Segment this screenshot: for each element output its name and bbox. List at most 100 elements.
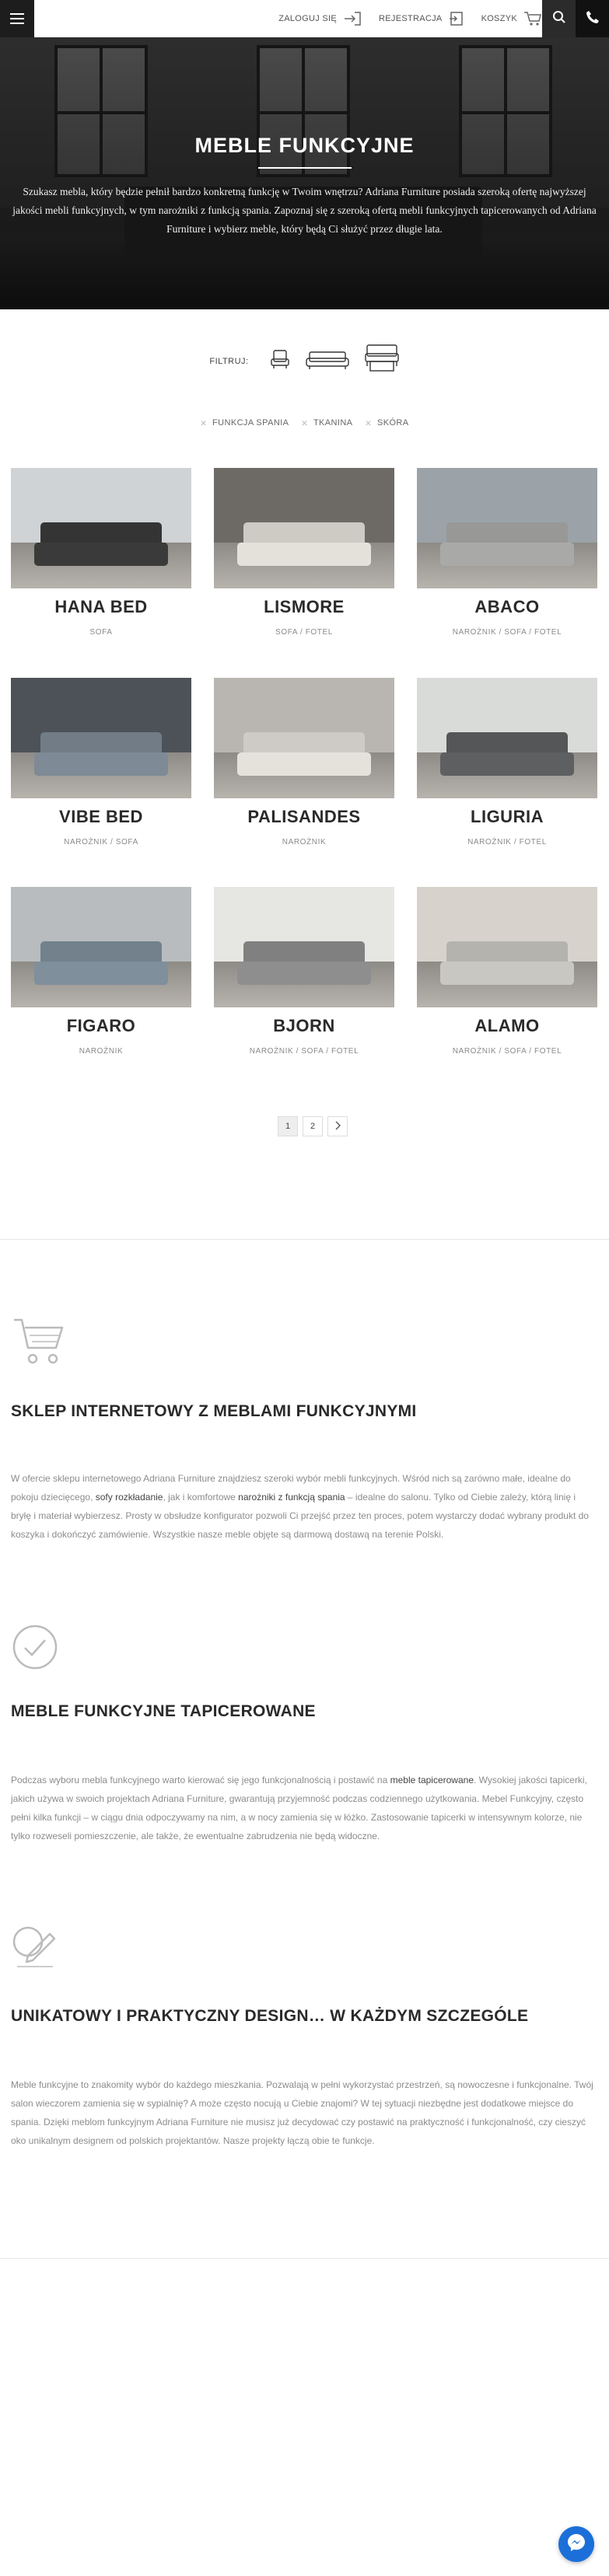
product-name[interactable]: BJORN: [214, 1016, 394, 1036]
hamburger-icon: [10, 23, 24, 24]
product-type: NAROŻNIK / SOFA / FOTEL: [452, 1047, 562, 1056]
cart-icon: [11, 1315, 67, 1374]
product-card[interactable]: PALISANDES NAROŻNIK: [214, 678, 394, 872]
filter-tag-label: TKANINA: [313, 418, 353, 428]
product-type: SOFA: [89, 628, 113, 637]
cart-label: KOSZYK: [481, 14, 517, 23]
cart-icon: [523, 11, 542, 26]
product-type: NAROŻNIK / FOTEL: [467, 838, 547, 846]
phone-button[interactable]: [576, 0, 609, 37]
remove-tag-icon[interactable]: ×: [200, 417, 207, 428]
checkmark-circle-icon: [11, 1623, 59, 1675]
product-name[interactable]: PALISANDES: [214, 807, 394, 827]
section-title: SKLEP INTERNETOWY Z MEBLAMI FUNKCYJNYMI: [11, 1402, 417, 1420]
remove-tag-icon[interactable]: ×: [365, 417, 372, 428]
page-button-1[interactable]: 1: [278, 1116, 298, 1136]
sofa-icon: [305, 348, 350, 375]
product-photo[interactable]: [214, 678, 394, 798]
sofa-seat: [34, 543, 168, 566]
chevron-right-icon: [334, 1121, 341, 1133]
product-type: NAROŻNIK / SOFA / FOTEL: [452, 628, 562, 637]
product-card[interactable]: LISMORE SOFA / FOTEL: [214, 468, 394, 662]
product-card[interactable]: VIBE BED NAROŻNIK / SOFA: [11, 678, 191, 872]
product-type: NAROŻNIK / SOFA / FOTEL: [249, 1047, 359, 1056]
sofa-seat: [237, 752, 371, 776]
section-divider: [0, 2258, 609, 2259]
product-photo[interactable]: [11, 887, 191, 1007]
register-link[interactable]: REJESTRACJA: [379, 11, 464, 26]
product-card[interactable]: ABACO NAROŻNIK / SOFA / FOTEL: [417, 468, 597, 662]
next-page-button[interactable]: [327, 1116, 348, 1136]
product-name[interactable]: FIGARO: [11, 1016, 191, 1036]
active-filter-tags: × FUNKCJA SPANIA × TKANINA × SKÓRA: [0, 414, 609, 432]
register-label: REJESTRACJA: [379, 14, 443, 23]
filter-tag[interactable]: × SKÓRA: [365, 417, 408, 428]
remove-tag-icon[interactable]: ×: [301, 417, 308, 428]
section-divider: [0, 1239, 609, 1240]
section-title: UNIKATOWY I PRAKTYCZNY DESIGN… W KAŻDYM …: [11, 2007, 529, 2025]
product-card[interactable]: LIGURIA NAROŻNIK / FOTEL: [417, 678, 597, 872]
product-card[interactable]: BJORN NAROŻNIK / SOFA / FOTEL: [214, 887, 394, 1081]
corner-sofa-link[interactable]: narożniki z funkcją spania: [238, 1492, 345, 1503]
product-name[interactable]: VIBE BED: [11, 807, 191, 827]
product-photo[interactable]: [214, 468, 394, 588]
sofa-seat: [237, 962, 371, 985]
product-name[interactable]: LISMORE: [214, 597, 394, 617]
search-icon: [552, 10, 566, 28]
hamburger-icon: [10, 18, 24, 19]
hamburger-icon: [10, 13, 24, 15]
account-nav: ZALOGUJ SIĘ REJESTRACJA KOSZYK: [278, 0, 542, 37]
filter-tag-label: SKÓRA: [377, 418, 409, 428]
cart-link[interactable]: KOSZYK: [481, 11, 542, 26]
product-photo[interactable]: [417, 678, 597, 798]
messenger-chat-button[interactable]: [558, 2526, 594, 2562]
product-photo[interactable]: [417, 468, 597, 588]
filter-tag[interactable]: × TKANINA: [301, 417, 352, 428]
filter-sofa-bed-button[interactable]: [364, 344, 400, 377]
upholstered-furniture-link[interactable]: meble tapicerowane: [390, 1775, 474, 1785]
messenger-icon: [566, 2532, 586, 2557]
pagination: 1 2: [278, 1116, 348, 1136]
product-photo[interactable]: [417, 887, 597, 1007]
filter-tag-label: FUNKCJA SPANIA: [212, 418, 289, 428]
product-photo[interactable]: [214, 887, 394, 1007]
section-text: W ofercie sklepu internetowego Adriana F…: [11, 1469, 594, 1544]
section-title: MEBLE FUNKCYJNE TAPICEROWANE: [11, 1702, 316, 1720]
login-link[interactable]: ZALOGUJ SIĘ: [278, 11, 362, 26]
product-name[interactable]: ALAMO: [417, 1016, 597, 1036]
product-photo[interactable]: [11, 678, 191, 798]
top-navigation-bar: ZALOGUJ SIĘ REJESTRACJA KOSZYK: [0, 0, 609, 37]
product-card[interactable]: HANA BED SOFA: [11, 468, 191, 662]
product-photo[interactable]: [11, 468, 191, 588]
register-icon: [449, 11, 464, 26]
product-name[interactable]: LIGURIA: [417, 807, 597, 827]
section-text: Meble funkcyjne to znakomity wybór do ka…: [11, 2079, 593, 2146]
product-name[interactable]: HANA BED: [11, 597, 191, 617]
product-name[interactable]: ABACO: [417, 597, 597, 617]
product-card[interactable]: ALAMO NAROŻNIK / SOFA / FOTEL: [417, 887, 597, 1081]
title-underline: [258, 167, 352, 169]
filter-armchair-button[interactable]: [269, 346, 291, 377]
section-text-part: Podczas wyboru mebla funkcyjnego warto k…: [11, 1775, 390, 1785]
section-text-part: , jak i komfortowe: [163, 1492, 239, 1503]
sofa-seat: [440, 962, 574, 985]
sofa-bed-link[interactable]: sofy rozkładanie: [96, 1492, 163, 1503]
menu-button[interactable]: [0, 0, 34, 37]
product-card[interactable]: FIGARO NAROŻNIK: [11, 887, 191, 1081]
page-button-2[interactable]: 2: [303, 1116, 323, 1136]
armchair-icon: [269, 348, 291, 375]
filter-sofa-button[interactable]: [305, 346, 350, 377]
product-type: NAROŻNIK: [282, 838, 327, 846]
product-type: NAROŻNIK: [79, 1047, 124, 1056]
section-text: Podczas wyboru mebla funkcyjnego warto k…: [11, 1771, 594, 1845]
login-label: ZALOGUJ SIĘ: [278, 14, 338, 23]
filter-label: FILTRUJ:: [209, 357, 249, 366]
sofa-seat: [237, 543, 371, 566]
hero-description: Szukasz mebla, który będzie pełnił bardz…: [12, 186, 597, 235]
phone-icon: [586, 10, 600, 28]
filter-tag[interactable]: × FUNKCJA SPANIA: [200, 417, 289, 428]
sofa-seat: [440, 543, 574, 566]
page-title: MEBLE FUNKCYJNE: [194, 134, 415, 157]
sofa-seat: [34, 752, 168, 776]
search-button[interactable]: [542, 0, 576, 37]
